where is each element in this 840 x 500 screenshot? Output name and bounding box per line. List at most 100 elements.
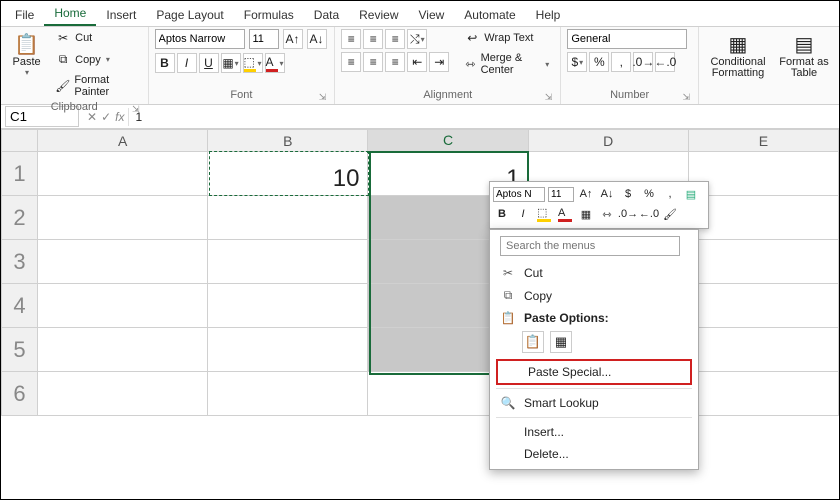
- decrease-decimal-icon[interactable]: ←.0: [655, 52, 675, 72]
- increase-indent-icon[interactable]: ⇥: [429, 52, 449, 72]
- menu-copy[interactable]: ⧉Copy: [490, 284, 698, 307]
- tab-formulas[interactable]: Formulas: [234, 4, 304, 26]
- tab-page-layout[interactable]: Page Layout: [146, 4, 233, 26]
- accounting-format-icon[interactable]: $▾: [567, 52, 587, 72]
- row-header-4[interactable]: 4: [2, 284, 38, 328]
- tab-help[interactable]: Help: [526, 4, 571, 26]
- cell-b5[interactable]: [208, 328, 368, 372]
- italic-button[interactable]: I: [514, 205, 532, 223]
- cell-a5[interactable]: [38, 328, 208, 372]
- font-color-button[interactable]: A▾: [265, 53, 285, 73]
- cell-a6[interactable]: [38, 372, 208, 416]
- align-center-icon[interactable]: ≡: [363, 52, 383, 72]
- select-all-corner[interactable]: [2, 130, 38, 152]
- cell-e4[interactable]: [688, 284, 838, 328]
- fill-color-button[interactable]: ⬚: [535, 205, 553, 223]
- align-bottom-icon[interactable]: ≡: [385, 29, 405, 49]
- menu-paste-special[interactable]: Paste Special...: [498, 361, 690, 383]
- percent-format-icon[interactable]: %: [589, 52, 609, 72]
- paste-button[interactable]: 📋 Paste ▾: [7, 29, 46, 77]
- cell-b1[interactable]: 10: [208, 152, 368, 196]
- cell-b4[interactable]: [208, 284, 368, 328]
- merge-center-button[interactable]: ⇿Merge & Center▾: [459, 50, 554, 78]
- tab-view[interactable]: View: [409, 4, 455, 26]
- row-header-3[interactable]: 3: [2, 240, 38, 284]
- cell-b3[interactable]: [208, 240, 368, 284]
- tab-review[interactable]: Review: [349, 4, 408, 26]
- format-preset-icon[interactable]: ▤: [682, 185, 700, 203]
- cell-b2[interactable]: [208, 196, 368, 240]
- mini-font-size[interactable]: [548, 187, 574, 202]
- menu-insert[interactable]: Insert...: [490, 421, 698, 443]
- align-top-icon[interactable]: ≡: [341, 29, 361, 49]
- dialog-launcher-icon[interactable]: ⇲: [319, 90, 327, 104]
- paste-option-default[interactable]: 📋: [522, 331, 544, 353]
- comma-format-icon[interactable]: ,: [611, 52, 631, 72]
- fill-color-button[interactable]: ⬚▾: [243, 53, 263, 73]
- format-painter-icon[interactable]: 🖌: [661, 205, 679, 223]
- tab-data[interactable]: Data: [304, 4, 349, 26]
- dialog-launcher-icon[interactable]: ⇲: [132, 102, 140, 116]
- col-header-d[interactable]: D: [528, 130, 688, 152]
- col-header-c[interactable]: C: [368, 130, 528, 152]
- menu-cut[interactable]: ✂Cut: [490, 262, 698, 284]
- orientation-icon[interactable]: ⤭▾: [407, 29, 427, 49]
- tab-automate[interactable]: Automate: [454, 4, 525, 26]
- decrease-font-icon[interactable]: A↓: [307, 29, 327, 49]
- paste-option-values[interactable]: ▦: [550, 331, 572, 353]
- font-name-select[interactable]: [155, 29, 245, 49]
- decrease-decimal-icon[interactable]: ←.0: [640, 205, 658, 223]
- tab-file[interactable]: File: [5, 4, 44, 26]
- merge-icon[interactable]: ⇿: [598, 205, 616, 223]
- cell-b6[interactable]: [208, 372, 368, 416]
- borders-button[interactable]: ▦▾: [221, 53, 241, 73]
- increase-font-icon[interactable]: A↑: [577, 185, 595, 203]
- increase-decimal-icon[interactable]: .0→: [619, 205, 637, 223]
- number-format-select[interactable]: [567, 29, 687, 49]
- cell-e6[interactable]: [688, 372, 838, 416]
- bold-button[interactable]: B: [493, 205, 511, 223]
- align-right-icon[interactable]: ≡: [385, 52, 405, 72]
- menu-smart-lookup[interactable]: 🔍Smart Lookup: [490, 392, 698, 414]
- format-as-table-button[interactable]: ▤ Format as Table: [775, 29, 833, 79]
- col-header-e[interactable]: E: [688, 130, 838, 152]
- font-color-button[interactable]: A: [556, 205, 574, 223]
- cell-a1[interactable]: [38, 152, 208, 196]
- cell-e1[interactable]: [688, 152, 838, 196]
- conditional-formatting-button[interactable]: ▦ Conditional Formatting: [705, 29, 771, 79]
- increase-font-icon[interactable]: A↑: [283, 29, 303, 49]
- increase-decimal-icon[interactable]: .0→: [633, 52, 653, 72]
- currency-icon[interactable]: $: [619, 185, 637, 203]
- tab-home[interactable]: Home: [44, 2, 96, 26]
- percent-icon[interactable]: %: [640, 185, 658, 203]
- row-header-6[interactable]: 6: [2, 372, 38, 416]
- row-header-1[interactable]: 1: [2, 152, 38, 196]
- italic-button[interactable]: I: [177, 53, 197, 73]
- decrease-indent-icon[interactable]: ⇤: [407, 52, 427, 72]
- mini-font-name[interactable]: [493, 187, 545, 202]
- dialog-launcher-icon[interactable]: ⇲: [545, 90, 553, 104]
- col-header-a[interactable]: A: [38, 130, 208, 152]
- font-size-select[interactable]: [249, 29, 279, 49]
- cell-a4[interactable]: [38, 284, 208, 328]
- dialog-launcher-icon[interactable]: ⇲: [682, 90, 690, 104]
- cell-e5[interactable]: [688, 328, 838, 372]
- row-header-5[interactable]: 5: [2, 328, 38, 372]
- col-header-b[interactable]: B: [208, 130, 368, 152]
- cell-a2[interactable]: [38, 196, 208, 240]
- menu-search-input[interactable]: [500, 236, 680, 256]
- decrease-font-icon[interactable]: A↓: [598, 185, 616, 203]
- menu-delete[interactable]: Delete...: [490, 443, 698, 465]
- wrap-text-button[interactable]: ↩Wrap Text: [459, 29, 554, 47]
- borders-button[interactable]: ▦: [577, 205, 595, 223]
- cut-button[interactable]: ✂Cut: [50, 29, 141, 47]
- align-middle-icon[interactable]: ≡: [363, 29, 383, 49]
- comma-icon[interactable]: ,: [661, 185, 679, 203]
- cell-e2[interactable]: [688, 196, 838, 240]
- cell-e3[interactable]: [688, 240, 838, 284]
- align-left-icon[interactable]: ≡: [341, 52, 361, 72]
- copy-button[interactable]: ⧉Copy▾: [50, 50, 141, 69]
- row-header-2[interactable]: 2: [2, 196, 38, 240]
- tab-insert[interactable]: Insert: [96, 4, 146, 26]
- formula-input[interactable]: 1: [128, 108, 839, 126]
